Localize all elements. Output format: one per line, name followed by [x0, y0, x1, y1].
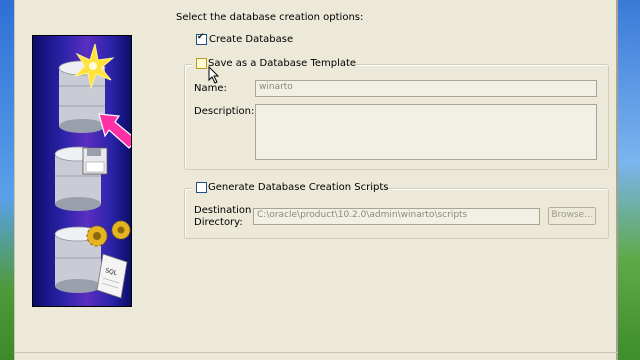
- mouse-cursor-icon: [208, 65, 220, 88]
- create-database-checkbox[interactable]: [196, 32, 207, 45]
- floppy-disk-icon: [82, 147, 108, 175]
- save-template-label: Save as a Database Template: [208, 58, 357, 69]
- desktop-background-right: [618, 0, 640, 360]
- template-description-field[interactable]: [255, 104, 597, 160]
- template-name-field[interactable]: winarto: [255, 80, 597, 97]
- template-description-label: Description:: [194, 106, 255, 117]
- gears-icon: [86, 220, 131, 247]
- generate-scripts-checkbox[interactable]: [196, 182, 207, 193]
- save-template-checkbox[interactable]: [196, 58, 207, 69]
- instruction-text: Select the database creation options:: [176, 12, 364, 23]
- destination-directory-field[interactable]: C:\oracle\product\10.2.0\admin\winarto\s…: [253, 208, 540, 225]
- desktop-background-left: [0, 0, 14, 360]
- destination-label-line2: Directory:: [194, 217, 243, 228]
- button-bar-divider: [14, 352, 618, 353]
- destination-label-line1: Destination: [194, 205, 252, 216]
- create-database-label: Create Database: [209, 34, 294, 45]
- browse-button[interactable]: Browse...: [548, 207, 596, 225]
- wizard-illustration: SQL: [32, 35, 132, 307]
- pink-arrow-icon: [98, 113, 131, 149]
- generate-scripts-label: Generate Database Creation Scripts: [208, 182, 389, 193]
- sql-script-icon: SQL: [96, 253, 128, 299]
